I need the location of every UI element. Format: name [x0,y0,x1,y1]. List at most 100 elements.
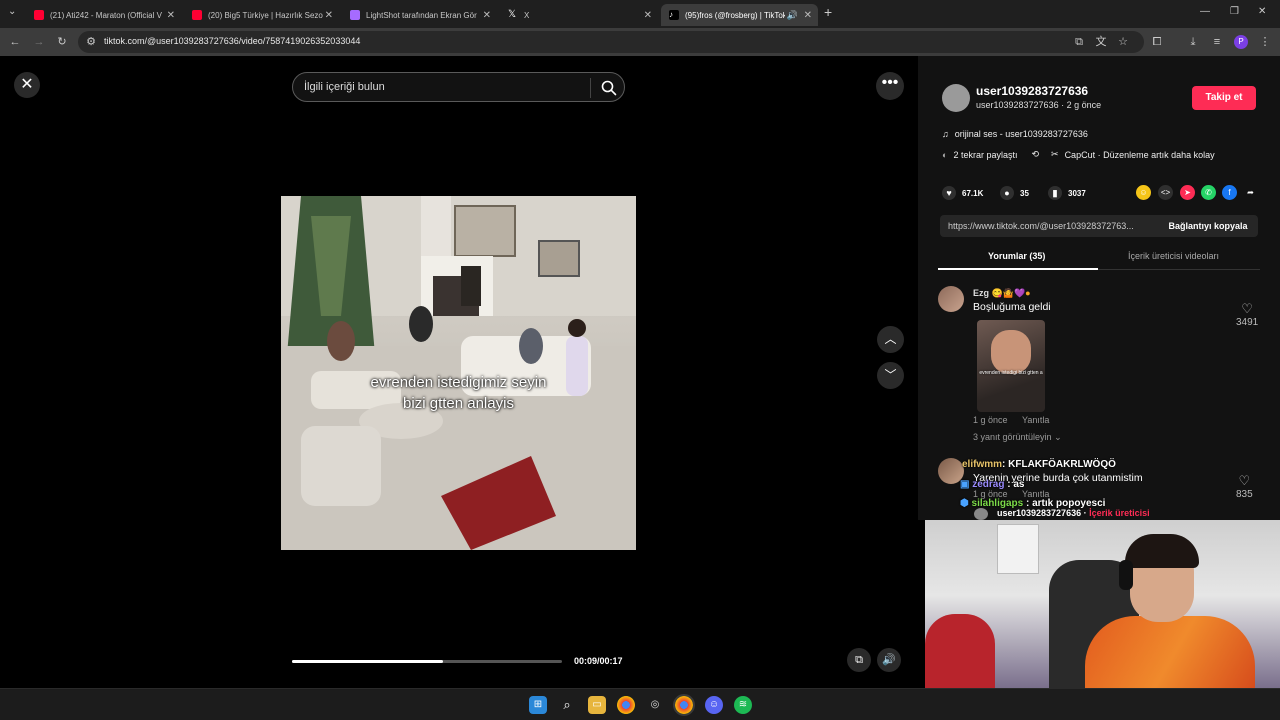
heart-icon: ♥ [942,186,956,200]
close-video-button[interactable]: ✕ [14,72,40,98]
comment-count: 35 [1020,188,1029,198]
chrome-active-icon[interactable] [673,694,695,716]
search-icon[interactable]: ⌕ [558,696,576,714]
address-bar[interactable]: ⚙ tiktok.com/@user1039283727636/video/75… [78,31,1144,53]
copy-link-button[interactable]: Bağlantıyı kopyala [1158,215,1258,237]
embed-icon[interactable]: <> [1158,185,1173,200]
author-avatar[interactable] [942,84,970,112]
menu-icon[interactable]: ⋮ [1258,35,1272,49]
reading-list-icon[interactable]: ≡ [1210,35,1224,49]
install-icon[interactable]: ⧉ [1072,35,1086,49]
chevron-down-icon: ⌄ [1054,432,1062,442]
comment-like[interactable]: ♡ 835 [1236,473,1253,500]
creator-row[interactable]: user1039283727636 · İçerik üreticisi [997,508,1150,518]
tab-label: LightShot tarafından Ekran Gör [366,10,477,20]
restore-button[interactable]: ❐ [1230,6,1239,17]
author-username[interactable]: user1039283727636 [976,84,1088,98]
creator-tag: İçerik üreticisi [1089,508,1150,518]
repost-label[interactable]: 2 tekrar paylaştı [953,150,1017,160]
back-icon[interactable]: ← [8,35,22,49]
headset-icon [1119,560,1133,590]
extensions-icon[interactable]: ⧠ [1150,35,1164,49]
save-stat[interactable]: ▮ 3037 [1048,186,1086,200]
forward-icon[interactable]: → [32,35,46,49]
like-count: 67.1K [962,188,984,198]
discord-icon[interactable]: ☺ [705,696,723,714]
download-icon[interactable]: ⤓ [1186,35,1200,49]
chat-message: elifwmm: KFLAKFÖAKRLWÖQÖ [962,459,1116,470]
profile-avatar[interactable]: P [1234,35,1248,49]
bookmark-star-icon[interactable]: ☆ [1116,35,1130,49]
send-icon[interactable]: ➤ [1180,185,1195,200]
streamer-body [1085,616,1255,688]
video-stage: ✕ İlgili içeriği bulun evrenden istedigi… [0,56,918,688]
tiktok-icon: ♪ [669,10,679,20]
close-icon[interactable]: ✕ [644,10,652,21]
tab-lightshot[interactable]: LightShot tarafından Ekran Gör ✕ [342,4,497,26]
comment-like[interactable]: ♡ 3491 [1236,301,1258,328]
picture-in-picture-icon[interactable]: ⧉ [847,648,871,672]
minimize-button[interactable]: — [1200,6,1210,17]
view-replies-button[interactable]: 3 yanıt görüntüleyin ⌄ [973,432,1062,443]
speaker-icon[interactable]: 🔊 [787,10,798,21]
video-frame[interactable]: evrenden istedigimiz seyin bizi gtten an… [281,196,636,550]
obs-icon[interactable]: ◎ [646,696,664,714]
comment-stat[interactable]: ● 35 [1000,186,1029,200]
close-icon[interactable]: ✕ [483,10,491,21]
creator-avatar [974,508,988,520]
tab-creator-videos[interactable]: İçerik üreticisi videoları [1128,251,1219,261]
close-icon[interactable]: ✕ [804,10,812,21]
more-options-button[interactable]: ••• [876,72,904,100]
reply-button[interactable]: Yanıtla [1022,415,1049,425]
comment-author-name: Ezg [973,288,990,298]
comment-author[interactable]: Ezg 😋🤷💜● [973,288,1031,299]
tab-comments[interactable]: Yorumlar (35) [988,251,1045,261]
browser-tabbar: ⌄ (21) Ati242 - Maraton (Official V ✕ (2… [0,0,1280,28]
emoji-share-icon[interactable]: ☺ [1136,185,1151,200]
facebook-icon[interactable]: f [1222,185,1237,200]
chat-user: elifwmm [962,459,1003,470]
like-stat[interactable]: ♥ 67.1K [942,186,983,200]
windows-start-icon[interactable]: ⊞ [529,696,547,714]
video-player[interactable]: İlgili içeriği bulun evrenden istedigimi… [281,56,636,688]
search-input[interactable]: İlgili içeriği bulun [304,81,385,93]
sound-row[interactable]: ♫ orijinal ses - user1039283727636 [942,129,1088,139]
tab-x[interactable]: 𝕏 X ✕ [500,4,658,26]
tab-tiktok[interactable]: ♪ (95)fros (@frosberg) | TikTok 🔊 ✕ [661,4,818,26]
share-arrow-icon[interactable]: ➦ [1243,185,1258,200]
share-link-field[interactable]: https://www.tiktok.com/@user103928372763… [940,215,1158,237]
close-icon[interactable]: ✕ [325,10,333,21]
capcut-label[interactable]: CapCut · Düzenleme artık daha kolay [1065,150,1215,160]
search-bar[interactable]: İlgili içeriği bulun [292,72,625,102]
volume-icon[interactable]: 🔊 [877,648,901,672]
site-info-icon[interactable]: ⚙ [84,35,98,49]
search-divider [590,78,591,98]
previous-video-button[interactable]: ︿ [877,326,904,353]
progress-bar[interactable] [292,660,562,663]
window-close-button[interactable]: ✕ [1258,6,1266,17]
chrome-icon[interactable] [617,696,635,714]
streamer-hair [1125,534,1199,568]
webcam-overlay [925,520,1280,688]
close-icon[interactable]: ✕ [167,10,175,21]
translate-icon[interactable]: 文 [1094,35,1108,49]
file-explorer-icon[interactable]: ▭ [588,696,606,714]
tab-youtube-2[interactable]: (20) Big5 Türkiye | Hazırlık Sezo ✕ [184,4,339,26]
tab-youtube-1[interactable]: (21) Ati242 - Maraton (Official V ✕ [26,4,181,26]
follow-button[interactable]: Takip et [1192,86,1256,110]
new-tab-button[interactable]: + [824,4,832,20]
tab-list-icon[interactable]: ⌄ [8,6,16,17]
video-caption: evrenden istedigimiz seyin bizi gtten an… [281,374,636,416]
whatsapp-icon[interactable]: ✆ [1201,185,1216,200]
search-icon[interactable] [600,79,618,97]
bookmark-icon: ▮ [1048,186,1062,200]
url-text: tiktok.com/@user1039283727636/video/7587… [104,36,361,46]
next-video-button[interactable]: ﹀ [877,362,904,389]
sticker-face [991,330,1031,374]
comment-sticker-image[interactable]: evrenden istedigi bizi gtten a [977,320,1045,412]
comment-avatar[interactable] [938,286,964,312]
progress-fill [292,660,444,663]
spotify-icon[interactable]: ≋ [734,696,752,714]
caption-line: evrenden istedigimiz seyin [370,374,547,391]
reload-icon[interactable]: ↻ [55,35,69,49]
